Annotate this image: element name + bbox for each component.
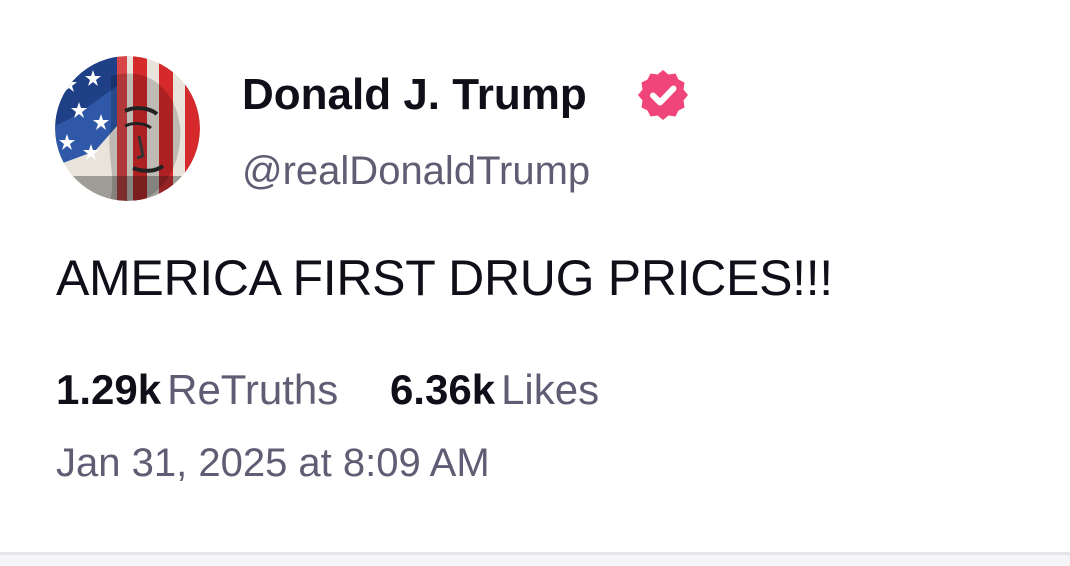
avatar[interactable] <box>55 56 200 201</box>
post-timestamp[interactable]: Jan 31, 2025 at 8:09 AM <box>56 436 490 490</box>
post-text: AMERICA FIRST DRUG PRICES!!! <box>56 250 833 306</box>
retruths-label: ReTruths <box>167 366 339 413</box>
verified-badge-icon <box>636 68 690 122</box>
post-card: Donald J. Trump @realDonaldTrump AMERICA… <box>0 0 1070 552</box>
post-stats: 1.29k ReTruths 6.36k Likes <box>56 363 639 417</box>
likes-stat[interactable]: 6.36k Likes <box>390 363 599 417</box>
author-name[interactable]: Donald J. Trump <box>242 68 587 122</box>
retruths-count: 1.29k <box>56 366 162 413</box>
author-handle[interactable]: @realDonaldTrump <box>242 146 590 196</box>
avatar-image <box>55 56 200 201</box>
retruths-stat[interactable]: 1.29k ReTruths <box>56 363 338 417</box>
likes-label: Likes <box>501 366 600 413</box>
likes-count: 6.36k <box>389 366 496 413</box>
next-section-background <box>0 555 1070 566</box>
